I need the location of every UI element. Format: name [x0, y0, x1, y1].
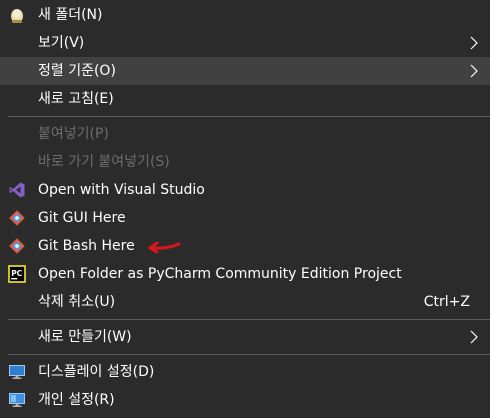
new-folder-icon — [8, 6, 26, 24]
menu-item-refresh[interactable]: 새로 고침(E) — [0, 85, 490, 113]
menu-item-label: 디스플레이 설정(D) — [38, 364, 155, 380]
menu-separator — [8, 319, 490, 320]
menu-item-sort-by[interactable]: 정렬 기준(O) — [0, 57, 490, 85]
menu-item-new[interactable]: 새로 만들기(W) — [0, 323, 490, 351]
chevron-right-icon — [468, 330, 480, 344]
menu-item-label: 바로 가기 붙여넣기(S) — [38, 154, 170, 170]
menu-item-label: 정렬 기준(O) — [38, 63, 116, 79]
menu-item-label: 삭제 취소(U) — [38, 294, 116, 310]
chevron-right-icon — [468, 36, 480, 50]
context-menu: 새 폴더(N) 보기(V) 정렬 기준(O) 새로 고침(E) 붙여넣기(P) … — [0, 0, 490, 418]
menu-item-paste-shortcut: 바로 가기 붙여넣기(S) — [0, 148, 490, 176]
menu-item-label: 새로 고침(E) — [38, 91, 114, 107]
menu-item-git-bash-here[interactable]: Git Bash Here — [0, 232, 490, 260]
menu-item-display-settings[interactable]: 디스플레이 설정(D) — [0, 358, 490, 386]
menu-item-open-with-visual-studio[interactable]: Open with Visual Studio — [0, 176, 490, 204]
menu-item-shortcut: Ctrl+Z — [423, 294, 470, 310]
pycharm-icon: PC — [8, 265, 26, 283]
chevron-right-icon — [468, 64, 480, 78]
menu-item-paste: 붙여넣기(P) — [0, 120, 490, 148]
menu-item-git-gui-here[interactable]: Git GUI Here — [0, 204, 490, 232]
git-icon — [8, 237, 26, 255]
menu-item-undo-delete[interactable]: 삭제 취소(U) Ctrl+Z — [0, 288, 490, 316]
menu-item-label: Open Folder as PyCharm Community Edition… — [38, 266, 402, 282]
menu-item-label: 개인 설정(R) — [38, 392, 115, 408]
menu-item-open-folder-pycharm[interactable]: PC Open Folder as PyCharm Community Edit… — [0, 260, 490, 288]
menu-separator — [8, 116, 490, 117]
menu-item-label: Open with Visual Studio — [38, 182, 205, 198]
menu-item-label: 보기(V) — [38, 35, 85, 51]
menu-item-label: 붙여넣기(P) — [38, 126, 109, 142]
annotation-arrow-icon — [146, 238, 182, 256]
menu-item-label: 새로 만들기(W) — [38, 329, 132, 345]
display-settings-icon — [8, 363, 26, 381]
menu-item-view[interactable]: 보기(V) — [0, 29, 490, 57]
menu-item-label: 새 폴더(N) — [38, 7, 103, 23]
svg-text:PC: PC — [11, 269, 22, 278]
personalize-icon — [8, 391, 26, 409]
menu-separator — [8, 354, 490, 355]
git-icon — [8, 209, 26, 227]
menu-item-label: Git GUI Here — [38, 210, 126, 226]
menu-item-new-folder[interactable]: 새 폴더(N) — [0, 1, 490, 29]
menu-item-personalize[interactable]: 개인 설정(R) — [0, 386, 490, 414]
visual-studio-icon — [8, 181, 26, 199]
menu-item-label: Git Bash Here — [38, 238, 135, 254]
